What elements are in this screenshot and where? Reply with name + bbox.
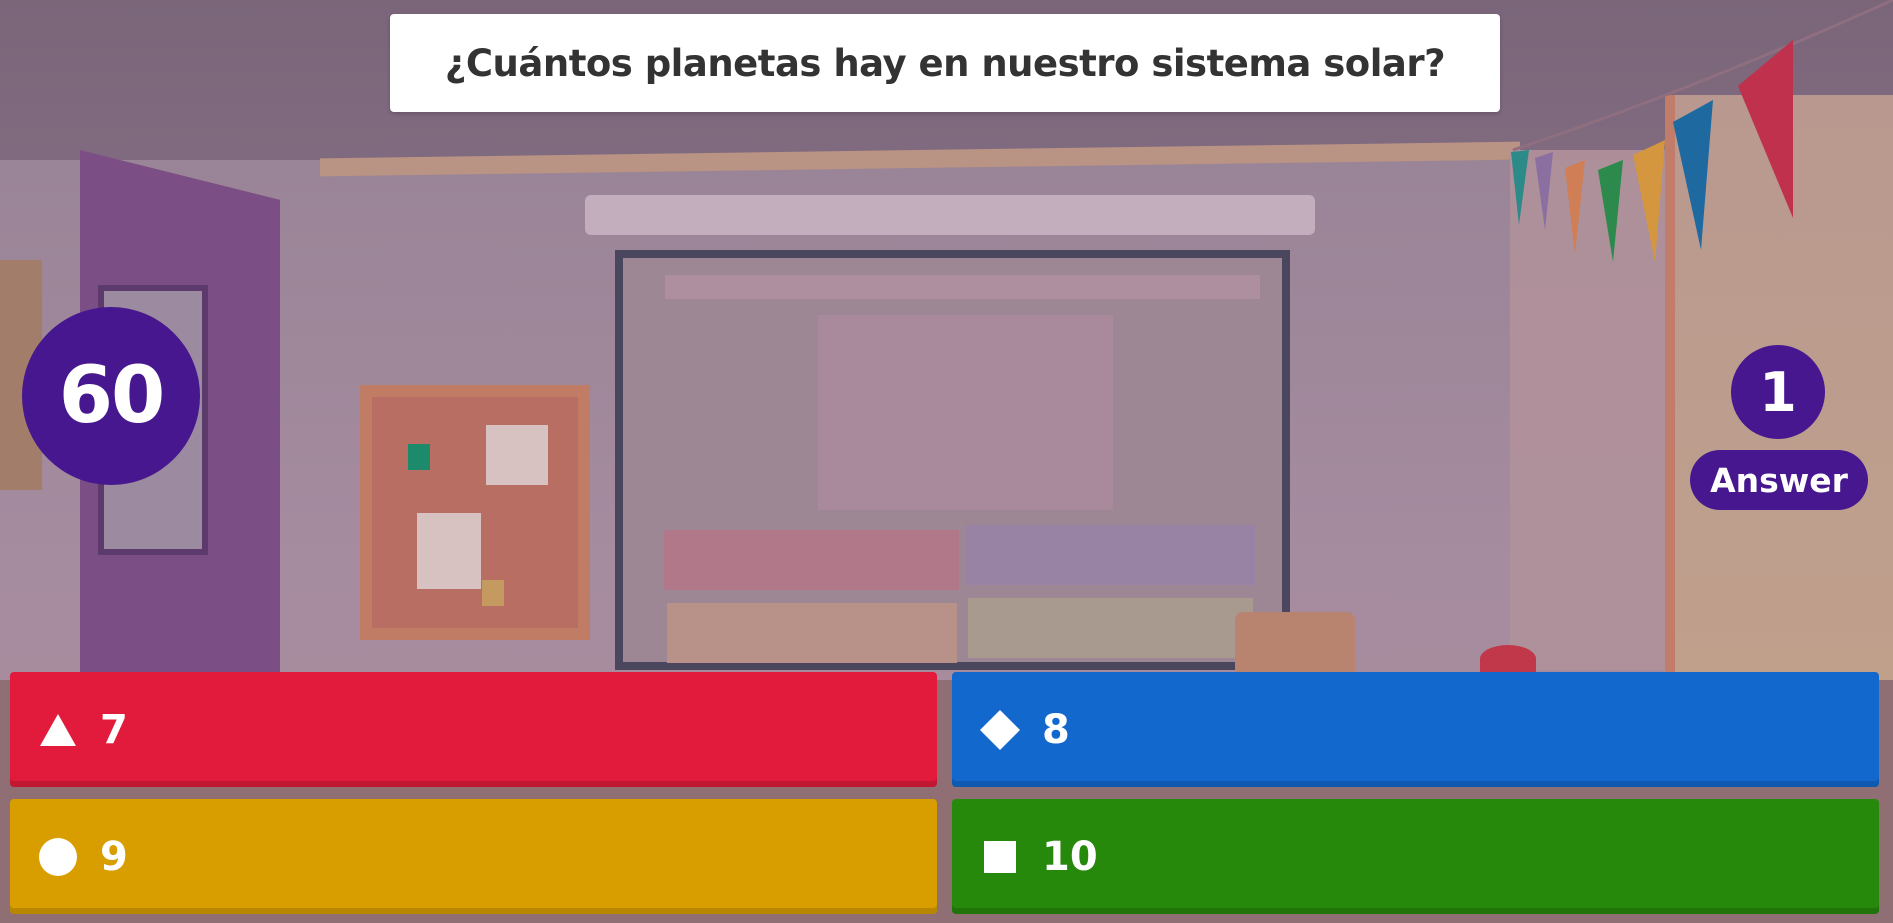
answer-option-green[interactable]: 10 (952, 799, 1879, 914)
board-pin (482, 580, 504, 606)
answer-option-label: 9 (100, 833, 128, 880)
countdown-timer: 60 (22, 307, 200, 485)
chair (1235, 612, 1355, 672)
square-icon (978, 835, 1022, 879)
board-note (417, 513, 481, 589)
apple (1480, 645, 1536, 673)
answer-option-label: 8 (1042, 706, 1070, 753)
screen-graphic (667, 603, 957, 663)
triangle-icon (36, 708, 80, 752)
bunting-flags (1511, 0, 1893, 262)
question-text: ¿Cuántos planetas hay en nuestro sistema… (444, 41, 1446, 85)
answer-option-label: 7 (100, 706, 128, 753)
diamond-icon (978, 708, 1022, 752)
board-note (486, 425, 548, 485)
answer-option-red[interactable]: 7 (10, 672, 937, 787)
screen-graphic (818, 315, 1113, 510)
screen-graphic (664, 530, 959, 590)
question-card: ¿Cuántos planetas hay en nuestro sistema… (390, 14, 1500, 112)
answer-option-yellow[interactable]: 9 (10, 799, 937, 914)
screen-graphic (665, 275, 1260, 299)
answer-count-value: 1 (1759, 360, 1797, 424)
board-pin (408, 444, 430, 470)
answer-label-badge: Answer (1690, 450, 1868, 510)
timer-value: 60 (58, 351, 166, 441)
screen-graphic (968, 598, 1253, 658)
answer-option-label: 10 (1042, 833, 1098, 880)
answer-option-blue[interactable]: 8 (952, 672, 1879, 787)
circle-icon (36, 835, 80, 879)
answer-label-text: Answer (1710, 460, 1848, 500)
answer-count-badge: 1 (1731, 345, 1825, 439)
projector-bar (585, 195, 1315, 235)
screen-graphic (965, 525, 1255, 585)
